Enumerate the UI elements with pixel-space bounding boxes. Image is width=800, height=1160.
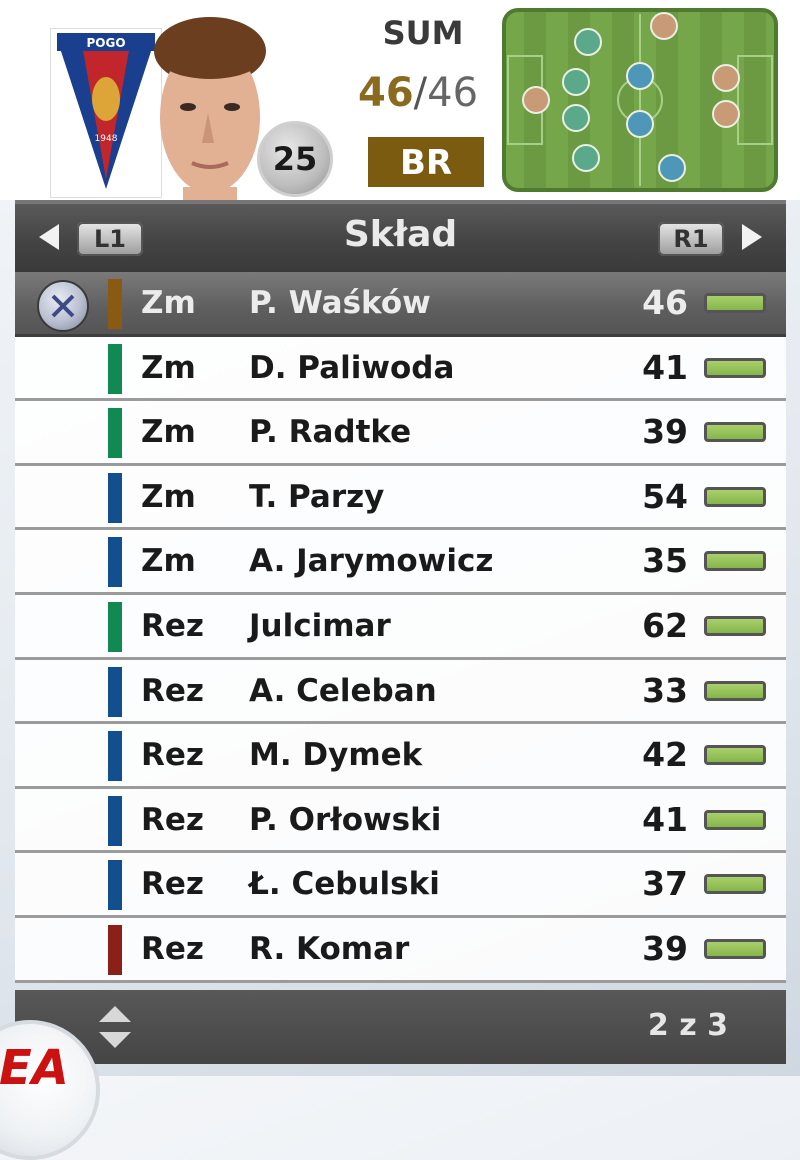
- row-rating: 33: [642, 670, 688, 710]
- position-stripe: [108, 731, 122, 782]
- row-player-name: P. Radtke: [249, 414, 412, 451]
- position-stripe: [108, 666, 122, 717]
- position-stripe: [108, 472, 122, 523]
- row-player-name: Julcimar: [249, 607, 391, 644]
- fitness-bar: [704, 745, 766, 766]
- svg-text:POGO: POGO: [86, 36, 125, 50]
- row-rating: 41: [642, 799, 688, 839]
- row-player-name: A. Jarymowicz: [249, 543, 494, 580]
- row-player-name: M. Dymek: [249, 737, 423, 774]
- r1-button[interactable]: R1: [658, 222, 724, 256]
- position-stripe: [108, 924, 122, 975]
- row-position: Rez: [141, 672, 204, 709]
- row-player-name: D. Paliwoda: [249, 349, 455, 386]
- up-down-arrows-icon[interactable]: [95, 1004, 135, 1050]
- squad-panel: L1 Skład R1 Zm P. Waśków 46 Zm D. Paliwo…: [15, 200, 786, 990]
- panel-footer: 2 z 3: [15, 990, 786, 1064]
- formation-pitch[interactable]: [502, 8, 778, 192]
- fitness-bar: [704, 615, 766, 636]
- row-position: Zm: [141, 349, 196, 386]
- position-stripe: [108, 860, 122, 911]
- triangle-right-icon[interactable]: [742, 224, 762, 250]
- row-position: Zm: [141, 414, 196, 451]
- row-position: Zm: [141, 285, 196, 321]
- page-indicator: 2 z 3: [647, 1008, 728, 1043]
- fitness-bar: [704, 551, 766, 572]
- row-rating: 54: [642, 476, 688, 516]
- fitness-bar: [704, 938, 766, 959]
- sum-current: 46: [358, 70, 414, 116]
- fitness-bar: [704, 357, 766, 378]
- player-face-portrait: [148, 15, 270, 201]
- fitness-bar: [704, 680, 766, 701]
- position-stripe: [108, 343, 122, 394]
- row-rating: 39: [642, 412, 688, 452]
- club-crest-logo: POGO 1948: [50, 28, 162, 198]
- player-row[interactable]: Rez M. Dymek 42: [15, 724, 786, 789]
- ea-logo-text: EA: [0, 1040, 69, 1096]
- position-stripe: [108, 601, 122, 652]
- player-list: Zm P. Waśków 46 Zm D. Paliwoda 41 Zm P. …: [15, 272, 786, 983]
- row-position: Zm: [141, 543, 196, 580]
- panel-titlebar: L1 Skład R1: [15, 200, 786, 272]
- player-row[interactable]: Zm T. Parzy 54: [15, 465, 786, 531]
- row-player-name: P. Orłowski: [249, 801, 442, 838]
- player-row[interactable]: Zm P. Radtke 39: [15, 401, 786, 466]
- player-row[interactable]: Rez A. Celeban 33: [15, 659, 786, 725]
- fitness-bar: [704, 422, 766, 443]
- row-position: Rez: [141, 737, 204, 774]
- player-row[interactable]: Rez Ł. Cebulski 37: [15, 853, 786, 918]
- sum-label: SUM: [382, 14, 464, 52]
- row-position: Rez: [141, 607, 204, 644]
- player-row[interactable]: Rez P. Orłowski 41: [15, 788, 786, 854]
- row-rating: 41: [642, 347, 688, 387]
- row-rating: 39: [642, 928, 688, 968]
- row-player-name: P. Waśków: [249, 285, 431, 321]
- row-player-name: T. Parzy: [249, 478, 385, 515]
- row-player-name: A. Celeban: [249, 672, 437, 709]
- row-player-name: R. Komar: [249, 930, 410, 967]
- svg-text:1948: 1948: [95, 134, 118, 144]
- row-rating: 37: [642, 864, 688, 904]
- sum-total: 46: [427, 70, 479, 116]
- row-rating: 62: [642, 605, 688, 645]
- row-position: Zm: [141, 478, 196, 515]
- row-rating: 42: [642, 735, 688, 775]
- player-header: POGO 1948 25 SUM 46/46 BR: [0, 0, 800, 201]
- row-position: Rez: [141, 866, 204, 903]
- fitness-bar: [704, 293, 766, 313]
- position-stripe: [108, 795, 122, 846]
- sum-separator: /: [413, 70, 428, 116]
- position-code-badge: BR: [368, 137, 484, 187]
- position-stripe: [108, 537, 122, 588]
- player-row[interactable]: Rez Julcimar 62: [15, 594, 786, 660]
- fitness-bar: [704, 809, 766, 830]
- age-badge: 25: [257, 121, 333, 197]
- player-row[interactable]: Zm D. Paliwoda 41: [15, 336, 786, 402]
- fitness-bar: [704, 486, 766, 507]
- row-rating: 35: [642, 541, 688, 581]
- player-row[interactable]: Zm A. Jarymowicz 35: [15, 530, 786, 595]
- player-row[interactable]: Rez R. Komar 39: [15, 917, 786, 983]
- cross-button-icon: [37, 280, 89, 332]
- fitness-bar: [704, 874, 766, 895]
- row-position: Rez: [141, 930, 204, 967]
- row-player-name: Ł. Cebulski: [249, 866, 440, 903]
- player-row[interactable]: Zm P. Waśków 46: [15, 272, 786, 337]
- sum-value: 46/46: [358, 70, 478, 116]
- row-position: Rez: [141, 801, 204, 838]
- position-stripe: [108, 408, 122, 459]
- position-stripe: [108, 279, 122, 329]
- row-rating: 46: [642, 283, 688, 322]
